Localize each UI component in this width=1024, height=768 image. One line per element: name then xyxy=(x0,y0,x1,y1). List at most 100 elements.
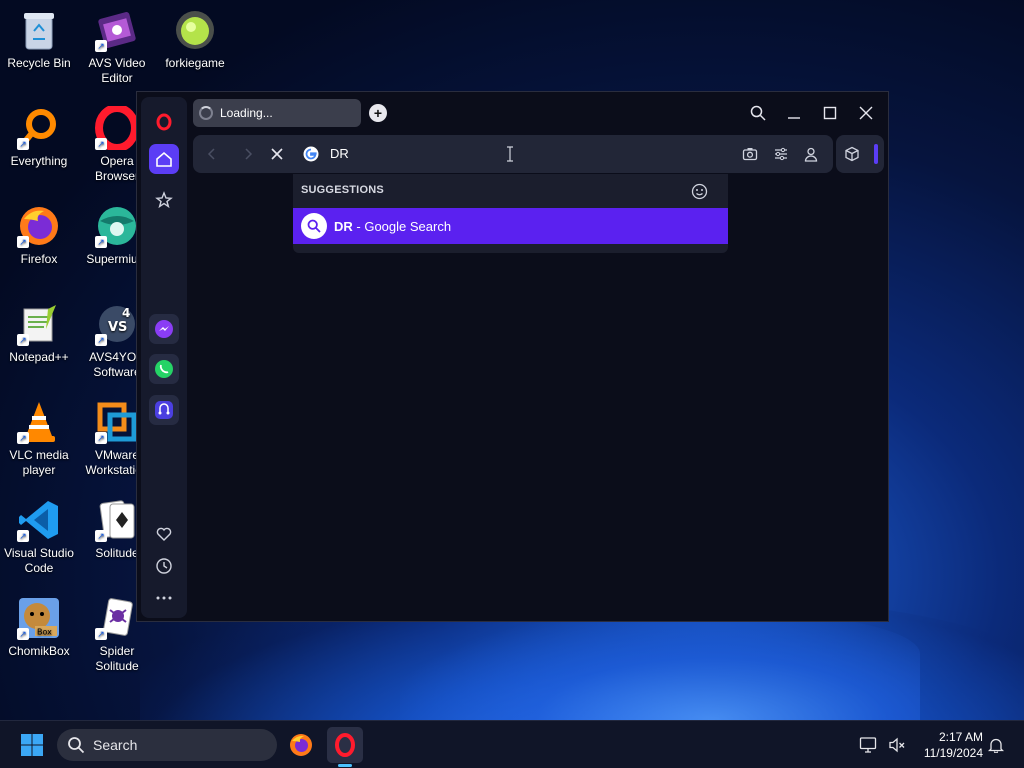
back-arrow-icon[interactable] xyxy=(205,147,219,161)
close-window-button[interactable] xyxy=(854,102,878,124)
suggestion-suffix: - Google Search xyxy=(352,218,452,234)
shortcut-arrow-icon: ↗ xyxy=(95,628,107,640)
tab-search-button[interactable] xyxy=(746,102,770,124)
text-cursor-icon xyxy=(507,146,513,162)
svg-text:VS: VS xyxy=(108,320,127,335)
green-ball-gear-icon xyxy=(173,8,217,52)
desktop-icon-avs-video-editor[interactable]: ↗ AVS Video Editor xyxy=(78,2,156,86)
film-strip-icon: ↗ xyxy=(95,8,139,52)
firefox-icon: ↗ xyxy=(17,204,61,248)
address-bar[interactable]: DR xyxy=(193,135,833,173)
messenger-icon xyxy=(155,320,173,338)
opera-logo-icon xyxy=(156,113,172,131)
taskbar-search-box[interactable]: Search xyxy=(57,729,277,761)
taskbar-opera-button[interactable] xyxy=(327,727,363,767)
loading-spinner-icon xyxy=(199,106,213,120)
bell-icon xyxy=(988,738,1004,753)
shortcut-arrow-icon: ↗ xyxy=(95,530,107,542)
taskbar: Search 2:17 AM 11/19/2024 xyxy=(0,720,1024,768)
shortcut-arrow-icon: ↗ xyxy=(17,334,29,346)
vmware-icon: ↗ xyxy=(95,400,139,444)
shortcut-arrow-icon: ↗ xyxy=(17,530,29,542)
taskbar-firefox-button[interactable] xyxy=(283,727,319,763)
start-button[interactable] xyxy=(14,727,50,763)
sidebar-more-button[interactable] xyxy=(149,583,179,613)
camera-snapshot-icon[interactable] xyxy=(742,146,758,162)
desktop-icon-vscode[interactable]: ↗ Visual Studio Code xyxy=(0,492,78,576)
address-input[interactable]: DR xyxy=(330,146,349,161)
windows-logo-icon xyxy=(21,734,43,756)
address-suggestions-dropdown: SUGGESTIONS DR - Google Search xyxy=(293,174,728,253)
avs4you-icon: VS 4 ↗ xyxy=(95,302,139,346)
desktop-icon-forkiegame[interactable]: forkiegame xyxy=(156,2,234,71)
shortcut-arrow-icon: ↗ xyxy=(95,432,107,444)
active-app-indicator xyxy=(338,764,352,767)
sidebar-music-player-button[interactable] xyxy=(149,395,179,425)
shortcut-arrow-icon: ↗ xyxy=(95,138,107,150)
user-profile-icon[interactable] xyxy=(803,146,819,162)
more-dots-icon xyxy=(156,596,172,600)
extensions-cube-icon[interactable] xyxy=(844,146,860,162)
sidebar-whatsapp-button[interactable] xyxy=(149,354,179,384)
sidebar-messenger-button[interactable] xyxy=(149,314,179,344)
opera-sidebar xyxy=(141,97,187,618)
opera-logo-icon xyxy=(335,733,355,757)
sidebar-bookmarks-button[interactable] xyxy=(149,519,179,549)
svg-text:4: 4 xyxy=(122,306,130,320)
music-player-icon xyxy=(155,401,173,419)
stop-loading-icon[interactable] xyxy=(270,147,284,161)
vscode-icon: ↗ xyxy=(17,498,61,542)
home-icon xyxy=(156,151,172,167)
desktop-icon-notepadpp[interactable]: ↗ Notepad++ xyxy=(0,296,78,365)
whatsapp-icon xyxy=(155,360,173,378)
desktop-icon-everything[interactable]: ↗ Everything xyxy=(0,100,78,169)
opera-menu-button[interactable] xyxy=(149,107,179,137)
everything-search-icon: ↗ xyxy=(17,106,61,150)
minimize-icon xyxy=(788,117,800,119)
search-icon xyxy=(68,737,85,754)
suggestions-heading: SUGGESTIONS xyxy=(301,184,384,196)
volume-muted-button[interactable] xyxy=(882,727,912,763)
easy-setup-sliders-icon[interactable] xyxy=(773,146,789,162)
sidebar-history-button[interactable] xyxy=(149,551,179,581)
desktop-icon-label: Notepad++ xyxy=(9,350,69,364)
taskbar-clock[interactable]: 2:17 AM 11/19/2024 xyxy=(915,729,983,761)
desktop-icon-chomikbox[interactable]: Box ↗ ChomikBox xyxy=(0,590,78,659)
new-tab-button[interactable]: + xyxy=(369,104,387,122)
suggestion-item[interactable]: DR - Google Search xyxy=(293,208,728,244)
supermium-globe-icon: ↗ xyxy=(95,204,139,248)
notifications-button[interactable] xyxy=(983,727,1009,763)
close-icon xyxy=(859,106,873,120)
forward-arrow-icon[interactable] xyxy=(241,147,255,161)
sidebar-speed-dial-button[interactable] xyxy=(149,185,179,215)
desktop-icon-label: Recycle Bin xyxy=(7,56,71,70)
network-status-button[interactable] xyxy=(853,727,883,763)
desktop-icon-recycle-bin[interactable]: Recycle Bin xyxy=(0,2,78,71)
clock-date: 11/19/2024 xyxy=(923,746,983,760)
opera-browser-window[interactable]: Loading... + DR SUGGESTIONS DR - Google … xyxy=(136,91,889,622)
firefox-icon xyxy=(290,734,312,756)
recycle-bin-icon xyxy=(17,8,61,52)
desktop-icon-label: ChomikBox xyxy=(8,644,70,658)
heart-icon xyxy=(156,527,172,541)
desktop-icon-label: Spider Solitude xyxy=(95,644,139,673)
tab-title: Loading... xyxy=(220,106,273,120)
desktop-icon-label: VLC media player xyxy=(9,448,69,477)
browser-tab[interactable]: Loading... xyxy=(193,99,361,127)
clock-time: 2:17 AM xyxy=(938,730,983,744)
shortcut-arrow-icon: ↗ xyxy=(95,334,107,346)
clock-icon xyxy=(156,558,172,574)
sidebar-home-button[interactable] xyxy=(149,144,179,174)
shortcut-arrow-icon: ↗ xyxy=(95,40,107,52)
desktop-icon-label: Everything xyxy=(10,154,68,168)
minimize-button[interactable] xyxy=(782,102,806,124)
extensions-area xyxy=(836,135,884,173)
monitor-network-icon xyxy=(859,737,877,753)
maximize-button[interactable] xyxy=(818,102,842,124)
desktop-icon-firefox[interactable]: ↗ Firefox xyxy=(0,198,78,267)
desktop-icon-label: forkiegame xyxy=(165,56,225,70)
smiley-feedback-icon[interactable] xyxy=(691,183,708,200)
desktop-icon-vlc[interactable]: ↗ VLC media player xyxy=(0,394,78,478)
shortcut-arrow-icon: ↗ xyxy=(17,138,29,150)
sidebar-accent-bar xyxy=(874,144,878,164)
